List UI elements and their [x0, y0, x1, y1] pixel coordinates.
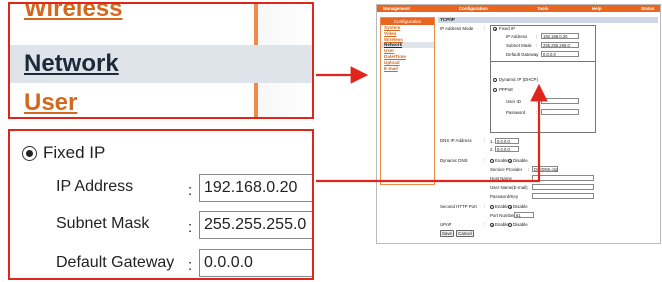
- thumb-subnet-input[interactable]: 255.255.255.0: [541, 42, 579, 48]
- dns-colon: :: [484, 138, 486, 143]
- service-provider-select[interactable]: DynDNS.org: [532, 166, 558, 172]
- dns1-index: 1.: [490, 139, 494, 144]
- upnp-enable-radio[interactable]: [490, 223, 494, 227]
- config-sidebar: Configuration System Video Wireless Netw…: [380, 17, 435, 185]
- dhcp-label: Dynamic IP (DHCP): [499, 77, 538, 82]
- pppoe-label: PPPoE: [499, 87, 514, 92]
- thumb-gateway-input[interactable]: 0.0.0.0: [541, 51, 579, 57]
- tcpip-panel: TCP/IP IP Address Mode : Fixed IP IP Add…: [438, 17, 658, 237]
- default-gateway-input[interactable]: 0.0.0.0: [199, 249, 312, 277]
- fixed-ip-radio[interactable]: [22, 145, 37, 161]
- sidebar-header: Configuration: [381, 18, 434, 25]
- nav-tools[interactable]: Tools: [537, 6, 548, 11]
- nav-management[interactable]: Management: [383, 6, 410, 11]
- nav-status[interactable]: Status: [641, 6, 654, 11]
- ddns-enable-radio[interactable]: [490, 159, 494, 163]
- password-label: Password: [506, 110, 526, 115]
- ddns-password-input[interactable]: [532, 193, 594, 199]
- dns2-index: 2.: [490, 147, 494, 152]
- admin-page-screenshot: Management Configuration Tools Help Stat…: [376, 4, 661, 244]
- password-input[interactable]: [541, 109, 579, 115]
- dns-label: DNS IP Address: [440, 138, 472, 143]
- upnp-label: UPnP: [440, 222, 452, 227]
- thumb-subnet-colon: :: [536, 43, 538, 48]
- http-disable-radio[interactable]: [508, 205, 512, 209]
- ddns-disable-label: Disable: [513, 158, 528, 163]
- http-enable-label: Enable: [495, 204, 509, 209]
- upnp-colon: :: [484, 222, 486, 227]
- zoom-menu-callout: Wireless Network User: [8, 2, 314, 119]
- cancel-button[interactable]: Cancel: [456, 230, 474, 237]
- zoom-fixed-ip-callout: Fixed IP IP Address : 192.168.0.20 Subne…: [8, 129, 314, 280]
- thumb-fixed-ip-radio[interactable]: [493, 27, 497, 31]
- upnp-enable-label: Enable: [495, 222, 509, 227]
- default-gateway-colon: :: [188, 257, 193, 274]
- user-name-input[interactable]: [532, 184, 594, 190]
- top-nav-bar: Management Configuration Tools Help Stat…: [377, 5, 660, 12]
- user-name-label: User Name(E-mail): [490, 185, 528, 190]
- upnp-disable-label: Disable: [513, 222, 528, 227]
- port-number-label: Port Number: [490, 213, 515, 218]
- sidebar-item-email[interactable]: E-mail: [381, 66, 434, 72]
- thumb-gateway-colon: :: [536, 52, 538, 57]
- thumb-subnet-label: Subnet Mask: [506, 43, 532, 48]
- http-disable-label: Disable: [513, 204, 528, 209]
- ip-address-input[interactable]: 192.168.0.20: [199, 174, 312, 202]
- thumb-ip-address-label: IP Address: [506, 34, 528, 39]
- ip-address-label: IP Address: [56, 178, 134, 195]
- dns1-input[interactable]: 0.0.0.0: [495, 138, 519, 144]
- ip-mode-colon: :: [484, 26, 486, 31]
- user-id-input[interactable]: [541, 98, 579, 104]
- user-id-label: User ID: [506, 99, 521, 104]
- save-button[interactable]: Save: [440, 230, 454, 237]
- service-provider-label: Service Provider: [490, 167, 523, 172]
- menu-item-wireless[interactable]: Wireless: [10, 4, 312, 28]
- ddns-disable-radio[interactable]: [508, 159, 512, 163]
- ip-mode-label: IP Address Mode: [440, 26, 474, 31]
- default-gateway-label: Default Gateway: [56, 254, 175, 271]
- ddns-enable-label: Enable: [495, 158, 509, 163]
- second-http-label: Second HTTP Port: [440, 204, 477, 209]
- port-number-input[interactable]: 81: [514, 212, 534, 218]
- fixed-ip-option[interactable]: Fixed IP: [22, 143, 105, 163]
- fixed-ip-label: Fixed IP: [43, 143, 106, 162]
- thumb-ip-address-input[interactable]: 192.168.0.20: [541, 33, 579, 39]
- second-http-colon: :: [484, 204, 486, 209]
- subnet-mask-label: Subnet Mask: [56, 215, 150, 232]
- password-colon: :: [536, 110, 538, 115]
- http-enable-radio[interactable]: [490, 205, 494, 209]
- thumb-ip-colon: :: [536, 34, 538, 39]
- section-title: TCP/IP: [438, 17, 658, 23]
- ddns-password-label: Password/Key: [490, 194, 519, 199]
- thumb-fixed-ip-label: Fixed IP: [499, 26, 516, 31]
- subnet-mask-colon: :: [188, 219, 193, 236]
- service-provider-colon: :: [528, 167, 530, 172]
- ip-address-colon: :: [188, 182, 193, 199]
- menu-item-user[interactable]: User: [10, 84, 312, 117]
- subnet-mask-input[interactable]: 255.255.255.0: [199, 211, 312, 239]
- divider: [490, 61, 596, 62]
- host-name-input[interactable]: [532, 175, 594, 181]
- host-name-label: Host Name: [490, 176, 512, 181]
- nav-help[interactable]: Help: [592, 6, 602, 11]
- thumb-gateway-label: Default Gateway: [506, 52, 539, 57]
- nav-configuration[interactable]: Configuration: [459, 6, 488, 11]
- pppoe-radio[interactable]: [493, 88, 497, 92]
- user-id-colon: :: [536, 99, 538, 104]
- upnp-disable-radio[interactable]: [508, 223, 512, 227]
- ddns-colon: :: [484, 158, 486, 163]
- menu-item-network[interactable]: Network: [10, 45, 312, 83]
- dns2-input[interactable]: 0.0.0.0: [495, 146, 519, 152]
- dhcp-radio[interactable]: [493, 78, 497, 82]
- ddns-label: Dynamic DNS: [440, 158, 468, 163]
